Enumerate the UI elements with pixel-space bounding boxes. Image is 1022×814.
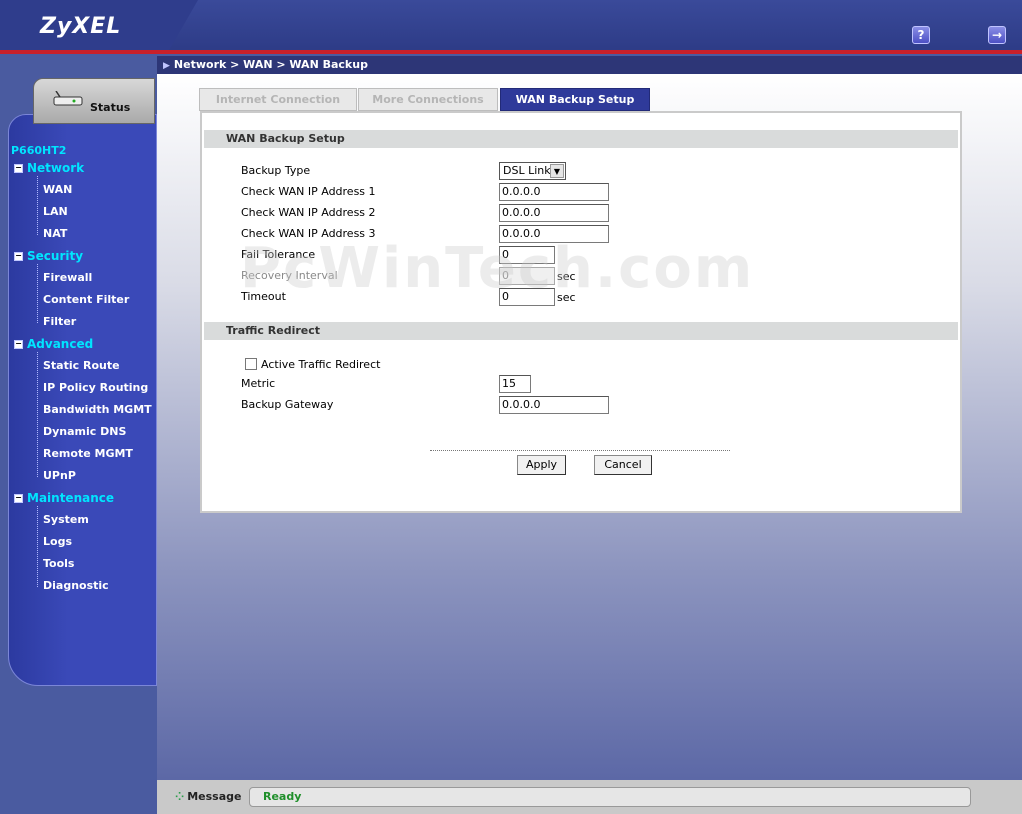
backup-type-select[interactable]: DSL Link ▼ [499, 162, 566, 180]
sidebar-panel [8, 114, 157, 686]
sidebar-item-lan[interactable]: LAN [43, 205, 68, 218]
sidebar-item-firewall[interactable]: Firewall [43, 271, 92, 284]
check-wan-ip-3-input[interactable]: 0.0.0.0 [499, 225, 609, 243]
backup-type-label: Backup Type [241, 164, 311, 177]
recovery-interval-input: 0 [499, 267, 555, 285]
button-divider [430, 450, 730, 451]
sidebar-item-content-filter[interactable]: Content Filter [43, 293, 129, 306]
section-header-traffic-redirect: Traffic Redirect [204, 322, 958, 340]
sidebar-item-remote-mgmt[interactable]: Remote MGMT [43, 447, 133, 460]
sidebar-section-advanced[interactable]: − Advanced [14, 337, 93, 351]
sidebar-item-dynamic-dns[interactable]: Dynamic DNS [43, 425, 126, 438]
tab-wan-backup-setup[interactable]: WAN Backup Setup [500, 88, 650, 111]
recovery-interval-unit: sec [557, 270, 576, 283]
sidebar-item-tools[interactable]: Tools [43, 557, 74, 570]
status-tab[interactable]: Status [33, 78, 155, 124]
message-label: ⁘ Message [175, 790, 242, 803]
breadcrumb: ▶ Network > WAN > WAN Backup [157, 56, 1022, 74]
sidebar-section-maintenance[interactable]: − Maintenance [14, 491, 114, 505]
backup-gateway-label: Backup Gateway [241, 398, 334, 411]
active-traffic-redirect-checkbox[interactable] [245, 358, 257, 370]
sidebar-item-diagnostic[interactable]: Diagnostic [43, 579, 109, 592]
timeout-input[interactable]: 0 [499, 288, 555, 306]
metric-input[interactable]: 15 [499, 375, 531, 393]
sidebar-item-nat[interactable]: NAT [43, 227, 67, 240]
collapse-icon[interactable]: − [14, 340, 23, 349]
tree-line [37, 176, 38, 235]
backup-type-value: DSL Link [503, 164, 551, 177]
logout-icon[interactable]: → [988, 26, 1006, 44]
sidebar-item-logs[interactable]: Logs [43, 535, 72, 548]
sidebar-item-wan[interactable]: WAN [43, 183, 72, 196]
metric-label: Metric [241, 377, 276, 390]
tree-line [37, 264, 38, 323]
check-wan-ip-1-input[interactable]: 0.0.0.0 [499, 183, 609, 201]
apply-button[interactable]: Apply [517, 455, 566, 475]
sidebar-section-security[interactable]: − Security [14, 249, 83, 263]
timeout-label: Timeout [241, 290, 286, 303]
section-header-wan-backup: WAN Backup Setup [204, 130, 958, 148]
collapse-icon[interactable]: − [14, 164, 23, 173]
tab-internet-connection[interactable]: Internet Connection [199, 88, 357, 111]
sidebar-item-upnp[interactable]: UPnP [43, 469, 76, 482]
sidebar-item-ip-policy-routing[interactable]: IP Policy Routing [43, 381, 148, 394]
message-box: Ready [249, 787, 971, 807]
settings-panel [200, 111, 962, 513]
tree-line [37, 352, 38, 477]
sidebar-section-network[interactable]: − Network [14, 161, 84, 175]
chevron-down-icon[interactable]: ▼ [550, 164, 564, 178]
timeout-unit: sec [557, 291, 576, 304]
backup-gateway-input[interactable]: 0.0.0.0 [499, 396, 609, 414]
header-bar: ZyXEL ? → [0, 0, 1022, 52]
breadcrumb-arrow-icon: ▶ [163, 61, 170, 71]
sidebar-item-bandwidth-mgmt[interactable]: Bandwidth MGMT [43, 403, 152, 416]
active-traffic-redirect-label: Active Traffic Redirect [261, 358, 381, 371]
check-wan-ip-2-input[interactable]: 0.0.0.0 [499, 204, 609, 222]
sidebar-item-system[interactable]: System [43, 513, 89, 526]
model-name: P660HT2 [11, 144, 67, 157]
sidebar-item-filter[interactable]: Filter [43, 315, 76, 328]
collapse-icon[interactable]: − [14, 494, 23, 503]
collapse-icon[interactable]: − [14, 252, 23, 261]
fail-tolerance-label: Fail Tolerance [241, 248, 316, 261]
status-label: Status [90, 101, 131, 114]
recovery-interval-label: Recovery Interval [241, 269, 338, 282]
sidebar-item-static-route[interactable]: Static Route [43, 359, 120, 372]
fail-tolerance-input[interactable]: 0 [499, 246, 555, 264]
tree-line [37, 506, 38, 587]
status-dots-icon: ⁘ [175, 790, 185, 803]
check-wan-ip-3-label: Check WAN IP Address 3 [241, 227, 376, 240]
check-wan-ip-1-label: Check WAN IP Address 1 [241, 185, 376, 198]
logo-block: ZyXEL [0, 0, 198, 52]
cancel-button[interactable]: Cancel [594, 455, 652, 475]
zyxel-logo: ZyXEL [40, 14, 122, 39]
breadcrumb-text: Network > WAN > WAN Backup [173, 58, 368, 71]
help-icon[interactable]: ? [912, 26, 930, 44]
router-icon [53, 91, 83, 106]
check-wan-ip-2-label: Check WAN IP Address 2 [241, 206, 376, 219]
tab-more-connections[interactable]: More Connections [358, 88, 498, 111]
